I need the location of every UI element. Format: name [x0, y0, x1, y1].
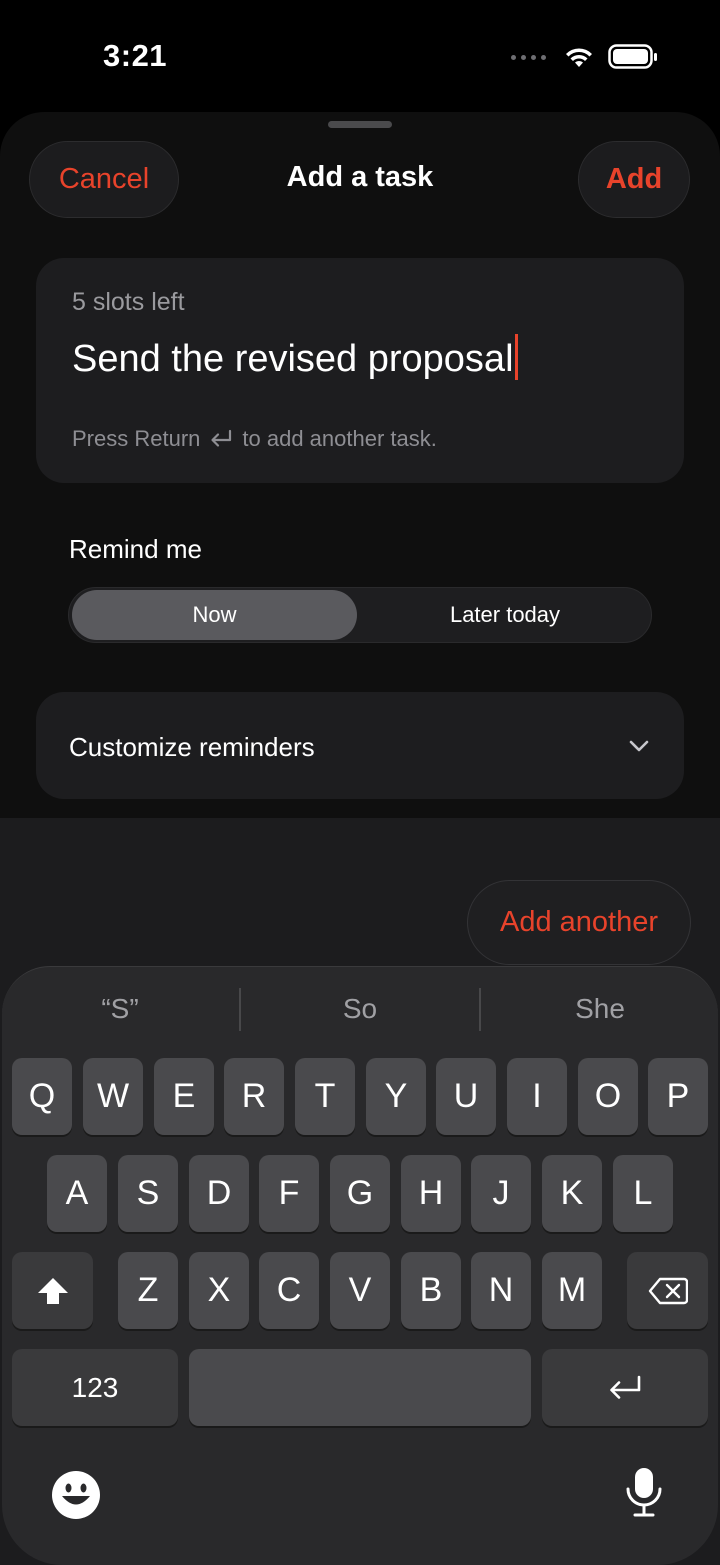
key-a[interactable]: A	[47, 1155, 107, 1232]
key-r[interactable]: R	[224, 1058, 284, 1135]
add-button[interactable]: Add	[578, 141, 690, 218]
key-x[interactable]: X	[189, 1252, 249, 1329]
suggestion-1[interactable]: “S”	[20, 993, 220, 1025]
key-b[interactable]: B	[401, 1252, 461, 1329]
key-t[interactable]: T	[295, 1058, 355, 1135]
text-caret	[514, 334, 518, 380]
status-time: 3:21	[103, 38, 168, 73]
key-j[interactable]: J	[471, 1155, 531, 1232]
shift-key[interactable]	[12, 1252, 93, 1329]
key-o[interactable]: O	[578, 1058, 638, 1135]
remind-segmented-control: Now Later today	[68, 587, 652, 643]
backspace-key[interactable]	[627, 1252, 708, 1329]
chevron-down-icon	[629, 740, 649, 752]
space-key[interactable]	[189, 1349, 531, 1426]
return-icon	[211, 429, 232, 447]
slots-left-label: 5 slots left	[72, 288, 185, 316]
suggestion-divider	[239, 988, 241, 1031]
segment-now[interactable]: Now	[72, 590, 357, 640]
add-another-button[interactable]: Add another	[467, 880, 691, 965]
hint-suffix: to add another task.	[242, 426, 437, 451]
remind-me-label: Remind me	[69, 534, 202, 564]
key-s[interactable]: S	[118, 1155, 178, 1232]
hint-prefix: Press Return	[72, 426, 201, 451]
numbers-key[interactable]: 123	[12, 1349, 178, 1426]
status-icons	[511, 44, 658, 70]
wifi-icon	[566, 48, 592, 67]
return-hint: Press Return to add another task.	[72, 426, 437, 452]
suggestion-divider	[479, 988, 481, 1031]
key-c[interactable]: C	[259, 1252, 319, 1329]
key-n[interactable]: N	[471, 1252, 531, 1329]
key-f[interactable]: F	[259, 1155, 319, 1232]
key-m[interactable]: M	[542, 1252, 602, 1329]
key-y[interactable]: Y	[366, 1058, 426, 1135]
return-key[interactable]	[542, 1349, 708, 1426]
key-p[interactable]: P	[648, 1058, 708, 1135]
backspace-icon	[648, 1277, 688, 1304]
key-l[interactable]: L	[613, 1155, 673, 1232]
customize-reminders-label: Customize reminders	[69, 732, 315, 762]
key-g[interactable]: G	[330, 1155, 390, 1232]
key-i[interactable]: I	[507, 1058, 567, 1135]
key-q[interactable]: Q	[12, 1058, 72, 1135]
task-title-text: Send the revised proposal	[72, 338, 514, 380]
suggestion-2[interactable]: So	[260, 993, 460, 1025]
key-h[interactable]: H	[401, 1155, 461, 1232]
key-z[interactable]: Z	[118, 1252, 178, 1329]
key-e[interactable]: E	[154, 1058, 214, 1135]
battery-icon	[608, 44, 657, 69]
cellular-signal-icon	[511, 54, 546, 60]
task-title-input[interactable]: Send the revised proposal	[72, 334, 518, 381]
segment-later-today[interactable]: Later today	[361, 590, 649, 640]
sheet-grabber[interactable]	[328, 121, 392, 128]
key-v[interactable]: V	[330, 1252, 390, 1329]
microphone-icon[interactable]	[624, 1466, 664, 1518]
shift-icon	[37, 1277, 68, 1304]
key-w[interactable]: W	[83, 1058, 143, 1135]
return-key-icon	[610, 1375, 641, 1399]
emoji-icon[interactable]	[50, 1469, 102, 1521]
key-u[interactable]: U	[436, 1058, 496, 1135]
key-d[interactable]: D	[189, 1155, 249, 1232]
suggestion-3[interactable]: She	[500, 993, 700, 1025]
screen: 3:21 Cancel Add a task Add 5 slots left …	[0, 0, 720, 1565]
key-k[interactable]: K	[542, 1155, 602, 1232]
